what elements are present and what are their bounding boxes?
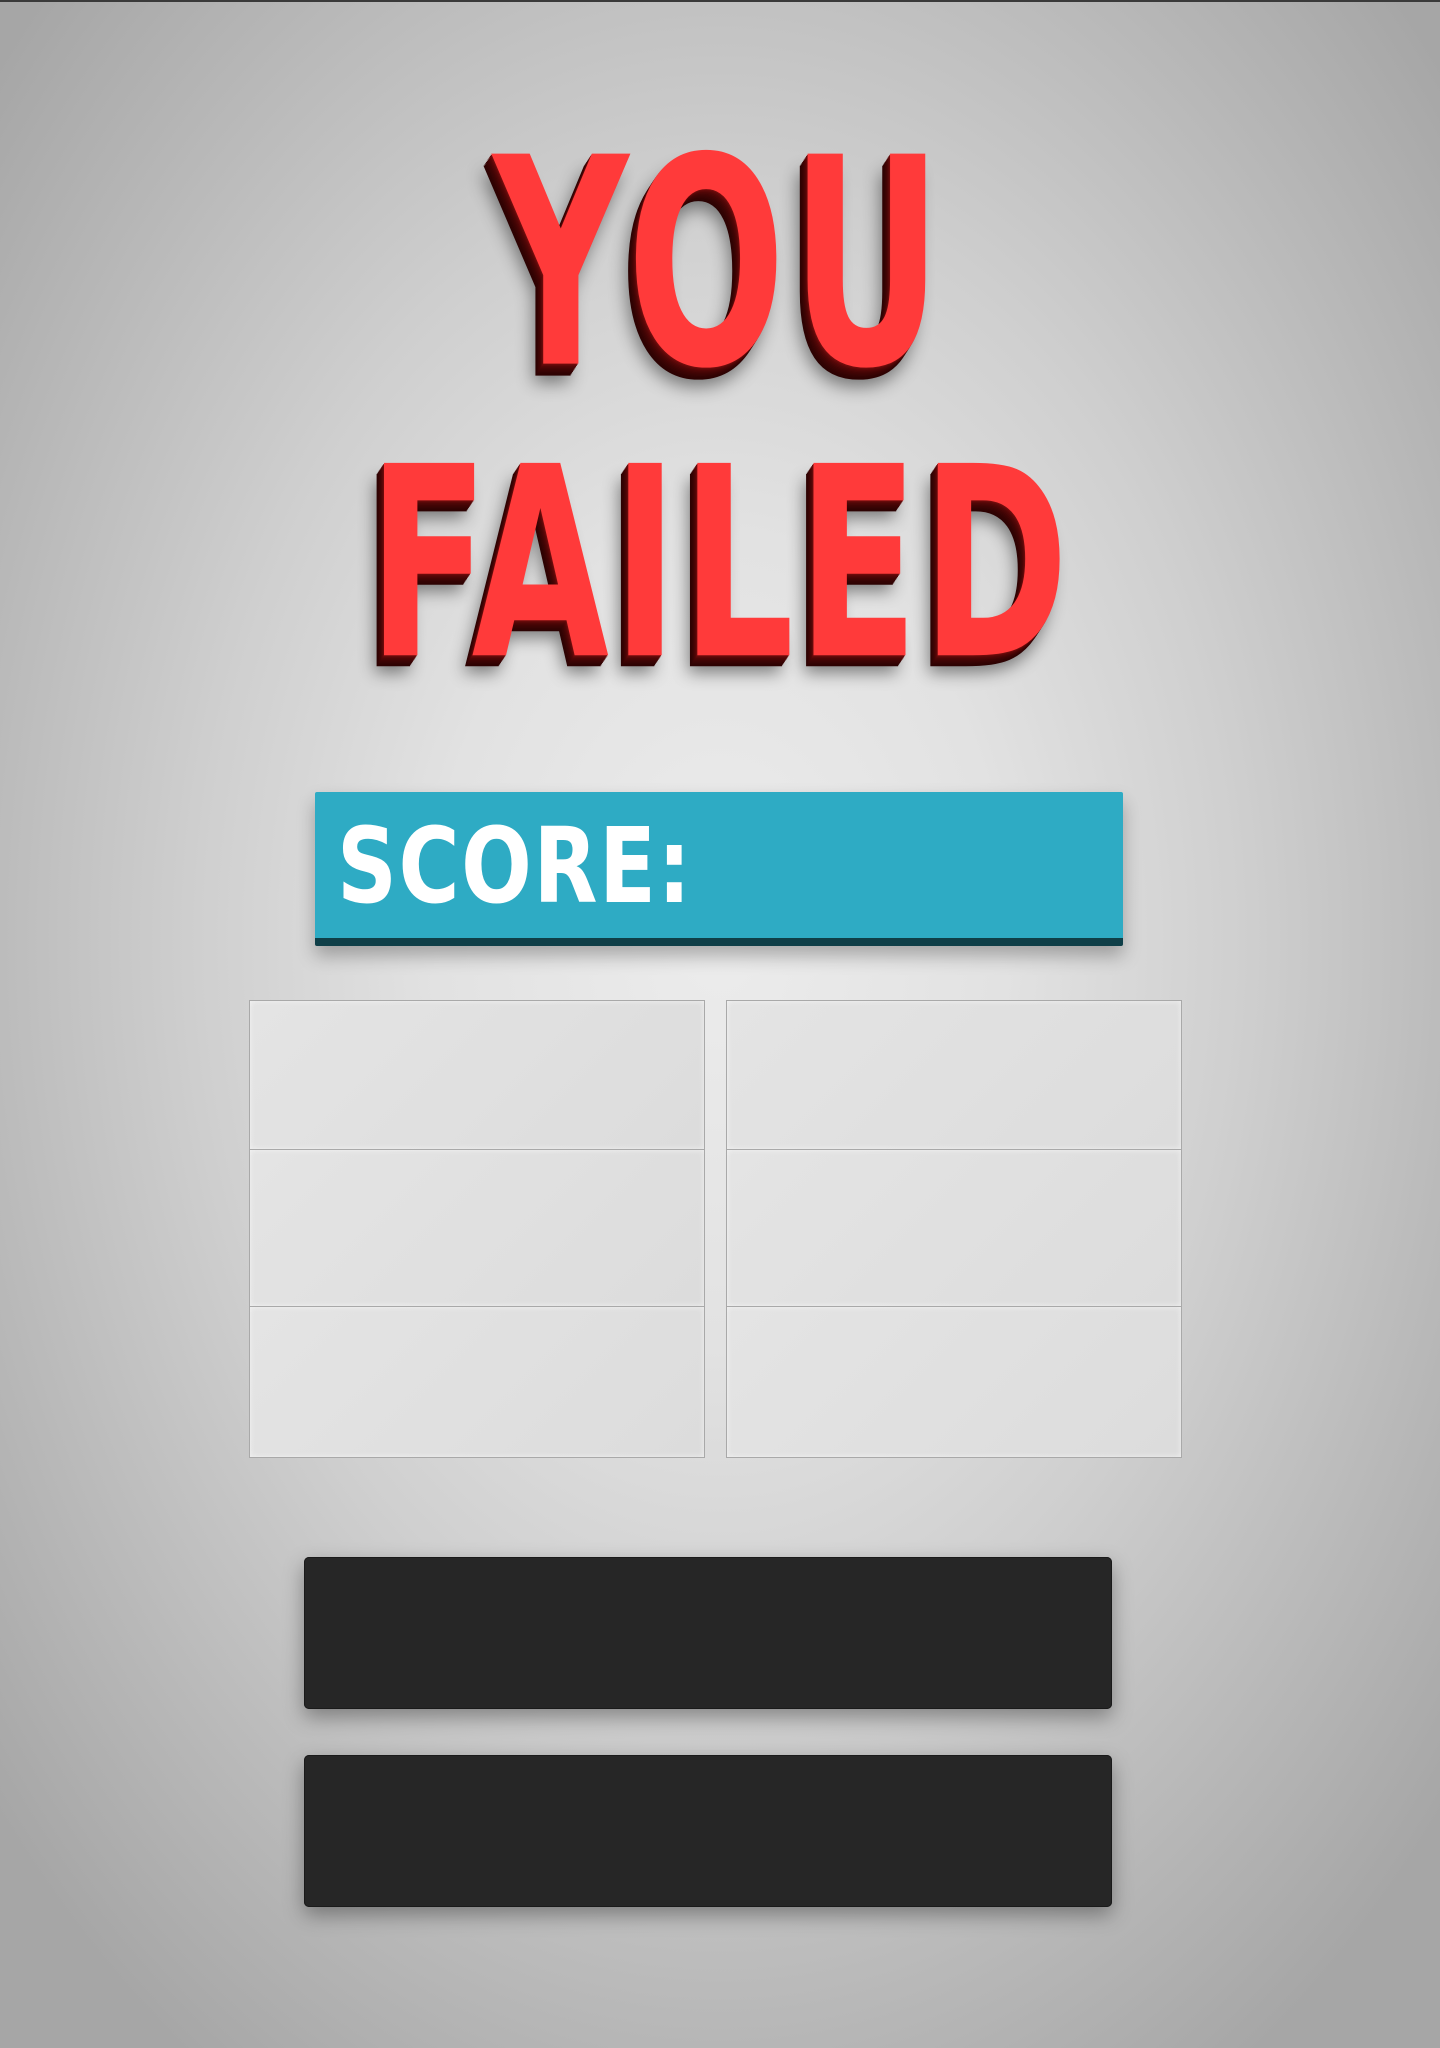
stat-slot	[726, 1000, 1182, 1150]
stat-slot	[726, 1306, 1182, 1458]
title-you: YOU	[0, 120, 1440, 408]
title-failed-text: FAILED	[367, 410, 1073, 718]
title-you-text: YOU	[492, 96, 948, 432]
primary-action-button[interactable]	[304, 1557, 1112, 1709]
score-bar: SCORE:	[315, 792, 1123, 946]
top-border-line	[0, 0, 1440, 2]
stats-column-left	[249, 1000, 705, 1458]
stats-column-right	[726, 1000, 1182, 1458]
title-failed: FAILED	[0, 432, 1440, 696]
secondary-action-button[interactable]	[304, 1755, 1112, 1907]
stat-slot	[249, 1000, 705, 1150]
stat-slot	[249, 1306, 705, 1458]
score-label: SCORE:	[337, 805, 693, 927]
stat-slot	[726, 1149, 1182, 1307]
stat-slot	[249, 1149, 705, 1307]
